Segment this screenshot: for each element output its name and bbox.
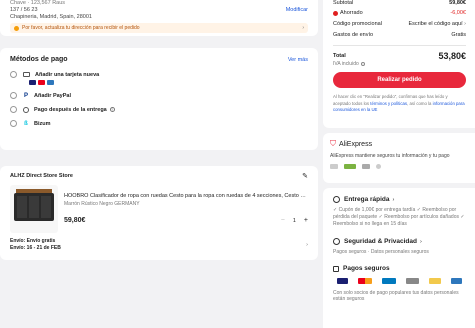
truck-icon xyxy=(333,196,340,203)
payment-method-label: Bizum xyxy=(34,120,51,127)
trust-tagline: AliExpress mantiene seguros tu informaci… xyxy=(330,153,450,159)
decrease-button[interactable]: − xyxy=(281,217,285,224)
see-more-link[interactable]: Ver más xyxy=(288,57,308,63)
visa-icon xyxy=(337,278,348,284)
bizum-icon xyxy=(429,278,441,284)
shipping-label: Gastos de envío xyxy=(333,32,374,38)
address-line1: Chave · 123,567 Raus xyxy=(10,0,66,6)
shipping-value: Gratis xyxy=(451,32,466,38)
total-label: Total xyxy=(333,53,346,59)
lock-icon xyxy=(333,265,339,272)
shield-check-icon xyxy=(333,238,340,245)
shipping-free: Envío: Envío gratis xyxy=(10,238,56,244)
radio-button[interactable] xyxy=(10,120,17,127)
promo-input[interactable]: Escribe el código aquí › xyxy=(409,21,467,27)
payment-method-label: Pago después de la entrega xyxy=(34,106,107,113)
shipping-date: Envío: 16 - 21 de FEB xyxy=(10,245,61,251)
product-variant[interactable]: Marrón Rústico Negro GERMANY xyxy=(64,201,308,207)
amex-icon xyxy=(451,278,462,284)
store-name: ALHZ Direct Store Store xyxy=(10,173,73,179)
delivery-section[interactable]: Entrega rápida › xyxy=(333,196,466,203)
aliexpress-trust-card: ⛉ AliExpress AliExpress mantiene seguros… xyxy=(323,133,475,183)
warning-icon xyxy=(14,25,19,31)
badge-icon xyxy=(362,164,370,169)
quantity-value[interactable]: 1 xyxy=(293,218,296,224)
secure-payments-title: Pagos seguros xyxy=(343,265,390,272)
quantity-stepper: − 1 + xyxy=(281,217,308,224)
badge-icon xyxy=(344,164,356,169)
paypal-icon: P xyxy=(23,92,28,99)
product-image[interactable] xyxy=(10,185,58,233)
secure-payments-section: Pagos seguros xyxy=(333,265,466,272)
mastercard-icon xyxy=(38,80,45,85)
total-value: 53,80€ xyxy=(438,51,466,61)
increase-button[interactable]: + xyxy=(304,217,308,224)
chevron-right-icon: › xyxy=(392,196,395,203)
subtotal-label: Subtotal xyxy=(333,0,354,6)
address-line2: 137 / 56 23 xyxy=(10,7,38,13)
payment-method-card[interactable]: Añadir una tarjeta nueva xyxy=(0,71,318,78)
radio-button[interactable] xyxy=(10,71,17,78)
secure-payments-footer: Con solo socios de pago populares tus da… xyxy=(333,290,459,302)
terms-link[interactable]: términos y políticas xyxy=(370,101,407,106)
modify-address-link[interactable]: Modificar xyxy=(286,7,308,13)
payment-method-label: Añadir una tarjeta nueva xyxy=(35,71,100,78)
address-line3: Chapineria, Madrid, Spain, 28001 xyxy=(10,14,92,20)
chevron-right-icon: › xyxy=(464,21,466,27)
radio-button[interactable] xyxy=(10,106,17,113)
discount-icon xyxy=(333,10,338,16)
card-logos xyxy=(0,80,318,85)
security-items: Pagos seguros · Datos personales seguros xyxy=(333,249,429,255)
payment-method-bizum[interactable]: ß Bizum xyxy=(0,120,318,127)
security-title: Seguridad & Privacidad xyxy=(344,238,417,245)
payment-method-label: Añadir PayPal xyxy=(34,92,71,99)
security-section[interactable]: Seguridad & Privacidad › xyxy=(333,238,466,245)
bizum-icon: ß xyxy=(24,120,28,127)
mastercard-icon xyxy=(358,278,372,284)
legal-text: Al hacer clic en "Realizar pedido", conf… xyxy=(333,94,465,112)
address-warning[interactable]: Por favor, actualiza tu dirección para r… xyxy=(10,23,308,33)
amex-icon xyxy=(47,80,54,85)
shield-icon: ⛉ xyxy=(330,139,336,148)
guarantees-card: Entrega rápida › ✓ Cupón de 1,00€ por en… xyxy=(323,188,475,328)
info-icon[interactable] xyxy=(360,62,365,66)
diners-icon xyxy=(382,278,396,284)
badge-icon xyxy=(330,164,338,169)
payment-logos xyxy=(333,278,466,284)
subtotal-value: 59,80€ xyxy=(449,0,466,6)
edit-icon[interactable]: ✎ xyxy=(302,172,308,180)
visa-icon xyxy=(29,80,36,85)
chevron-right-icon[interactable]: › xyxy=(306,242,308,248)
place-order-button[interactable]: Realizar pedido xyxy=(333,72,466,88)
chevron-right-icon: › xyxy=(302,25,304,31)
payment-method-pay-later[interactable]: Pago después de la entrega ? xyxy=(0,106,318,113)
store-card: ALHZ Direct Store Store ✎ HOOBRO Clasifi… xyxy=(0,166,318,260)
payment-methods-card: Métodos de pago Ver más Añadir una tarje… xyxy=(0,48,318,150)
saved-label: Ahorrado xyxy=(340,10,363,16)
order-summary-card: Subtotal 59,80€ Ahorrado -6,00€ Código p… xyxy=(323,0,475,128)
trust-badges xyxy=(330,164,466,169)
payment-method-paypal[interactable]: P Añadir PayPal xyxy=(0,92,318,99)
radio-button[interactable] xyxy=(10,92,17,99)
chevron-right-icon: › xyxy=(419,238,422,245)
brand-name: AliExpress xyxy=(339,140,373,148)
apple-pay-icon xyxy=(406,278,419,284)
info-icon[interactable]: ? xyxy=(109,107,115,112)
saved-value: -6,00€ xyxy=(450,10,466,16)
product-price: 59,80€ xyxy=(64,217,86,224)
delivery-title: Entrega rápida xyxy=(344,196,390,203)
badge-icon xyxy=(376,164,381,169)
delivery-items: ✓ Cupón de 1,00€ por entrega tardía ✓ Re… xyxy=(333,207,465,227)
address-card: Chave · 123,567 Raus 137 / 56 23 Chapine… xyxy=(0,0,318,36)
product-title[interactable]: HOOBRO Clasificador de ropa con ruedas C… xyxy=(64,193,308,199)
payment-title: Métodos de pago xyxy=(10,56,68,63)
vat-label: IVA incluido xyxy=(333,61,359,67)
credit-card-icon xyxy=(23,72,30,77)
clock-icon xyxy=(23,106,29,113)
promo-label: Código promocional xyxy=(333,21,382,27)
